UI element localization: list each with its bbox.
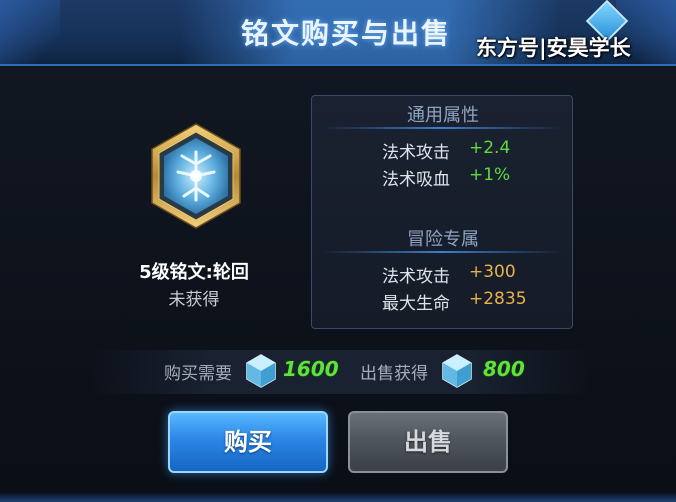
stat-row: 法术攻击 +2.4 bbox=[312, 138, 574, 163]
sell-button[interactable]: 出售 bbox=[348, 411, 508, 473]
dialog-bottom-border bbox=[0, 492, 676, 502]
stat-label: 最大生命 bbox=[382, 294, 450, 314]
crystal-gem-icon bbox=[246, 354, 276, 388]
stat-value: +2.4 bbox=[469, 138, 511, 158]
crystal-gem-icon bbox=[442, 354, 472, 388]
sell-price-label: 出售获得 bbox=[360, 364, 428, 384]
stat-row: 法术吸血 +1% bbox=[312, 165, 574, 190]
buy-price-label: 购买需要 bbox=[164, 364, 232, 384]
sell-price-value: 800 bbox=[483, 357, 525, 381]
adventure-stats-title: 冒险专属 bbox=[407, 229, 479, 250]
dialog-title: 铭文购买与出售 bbox=[240, 17, 451, 50]
rune-emblem-icon bbox=[148, 122, 244, 230]
dialog-header: 铭文购买与出售 东方号|安昊学长 bbox=[0, 0, 676, 66]
stat-value: +1% bbox=[469, 165, 511, 185]
buy-button[interactable]: 购买 bbox=[168, 411, 328, 473]
rune-stats-panel: 通用属性 法术攻击 +2.4 法术吸血 +1% 冒险专属 法术攻击 +300 最… bbox=[311, 95, 573, 329]
header-corner-decoration bbox=[0, 0, 60, 64]
stat-label: 法术攻击 bbox=[382, 267, 450, 287]
buy-price-value: 1600 bbox=[283, 357, 339, 381]
stat-value: +300 bbox=[469, 262, 516, 282]
stat-row: 法术攻击 +300 bbox=[312, 262, 574, 287]
stat-row: 最大生命 +2835 bbox=[312, 289, 574, 314]
rune-status: 未获得 bbox=[168, 290, 220, 310]
watermark-text: 东方号|安昊学长 bbox=[476, 36, 631, 60]
rune-trade-dialog: 铭文购买与出售 东方号|安昊学长 5级铭文:轮回 未获得 通用属性 法术攻击 +… bbox=[0, 0, 676, 502]
section-divider bbox=[322, 127, 562, 129]
stat-label: 法术吸血 bbox=[382, 170, 450, 190]
section-divider bbox=[322, 251, 562, 253]
general-stats-title: 通用属性 bbox=[407, 105, 479, 126]
stat-value: +2835 bbox=[469, 289, 527, 309]
stat-label: 法术攻击 bbox=[382, 143, 450, 163]
rune-name: 5级铭文:轮回 bbox=[139, 262, 249, 283]
